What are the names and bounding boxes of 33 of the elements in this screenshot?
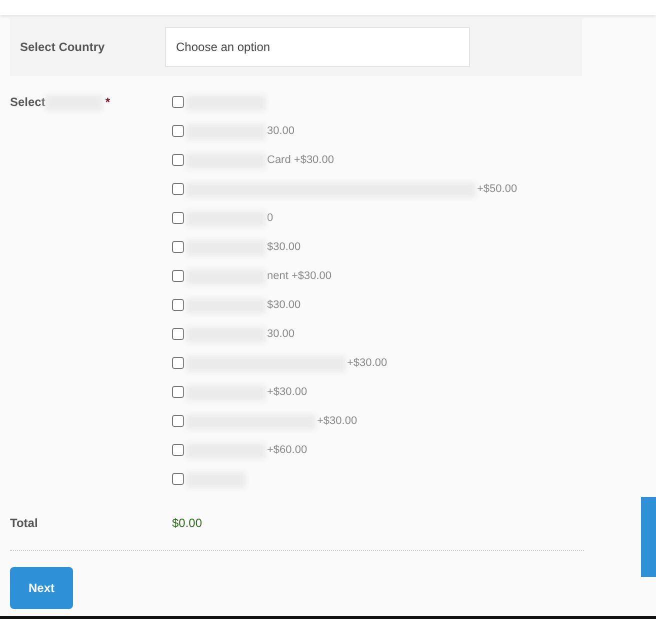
field-label: Total [10, 516, 39, 530]
checkbox[interactable] [172, 183, 184, 195]
required-mark: * [105, 95, 110, 109]
checkbox[interactable] [172, 125, 184, 137]
next-button[interactable]: Next [10, 567, 73, 609]
option-label: +$50.00 [477, 182, 518, 196]
option-label: 30.00 [267, 327, 295, 341]
option-label: 0 [267, 211, 274, 225]
checkbox[interactable] [172, 241, 184, 253]
option-label: $30.00 [267, 240, 301, 254]
field-label: Select Country [20, 40, 106, 54]
checkbox[interactable] [172, 473, 184, 485]
country-select[interactable]: Choose an option [165, 27, 470, 67]
checkbox[interactable] [172, 444, 184, 456]
option-label: +$30.00 [347, 356, 388, 370]
option-label: nent +$30.00 [267, 269, 332, 283]
option-label: +$30.00 [317, 414, 358, 428]
field-label: Select [10, 95, 46, 109]
total-value: $0.00 [172, 516, 202, 530]
option-label: Card +$30.00 [267, 153, 334, 167]
option-label: +$60.00 [267, 443, 308, 457]
checkbox[interactable] [172, 299, 184, 311]
checkbox[interactable] [172, 328, 184, 340]
checkbox[interactable] [172, 415, 184, 427]
option-label: +$30.00 [267, 385, 308, 399]
checkbox[interactable] [172, 386, 184, 398]
checkbox[interactable] [172, 96, 184, 108]
checkbox[interactable] [172, 357, 184, 369]
option-label: $30.00 [267, 298, 301, 312]
checkbox[interactable] [172, 154, 184, 166]
option-label: 30.00 [267, 124, 295, 138]
checkbox[interactable] [172, 270, 184, 282]
checkbox[interactable] [172, 212, 184, 224]
